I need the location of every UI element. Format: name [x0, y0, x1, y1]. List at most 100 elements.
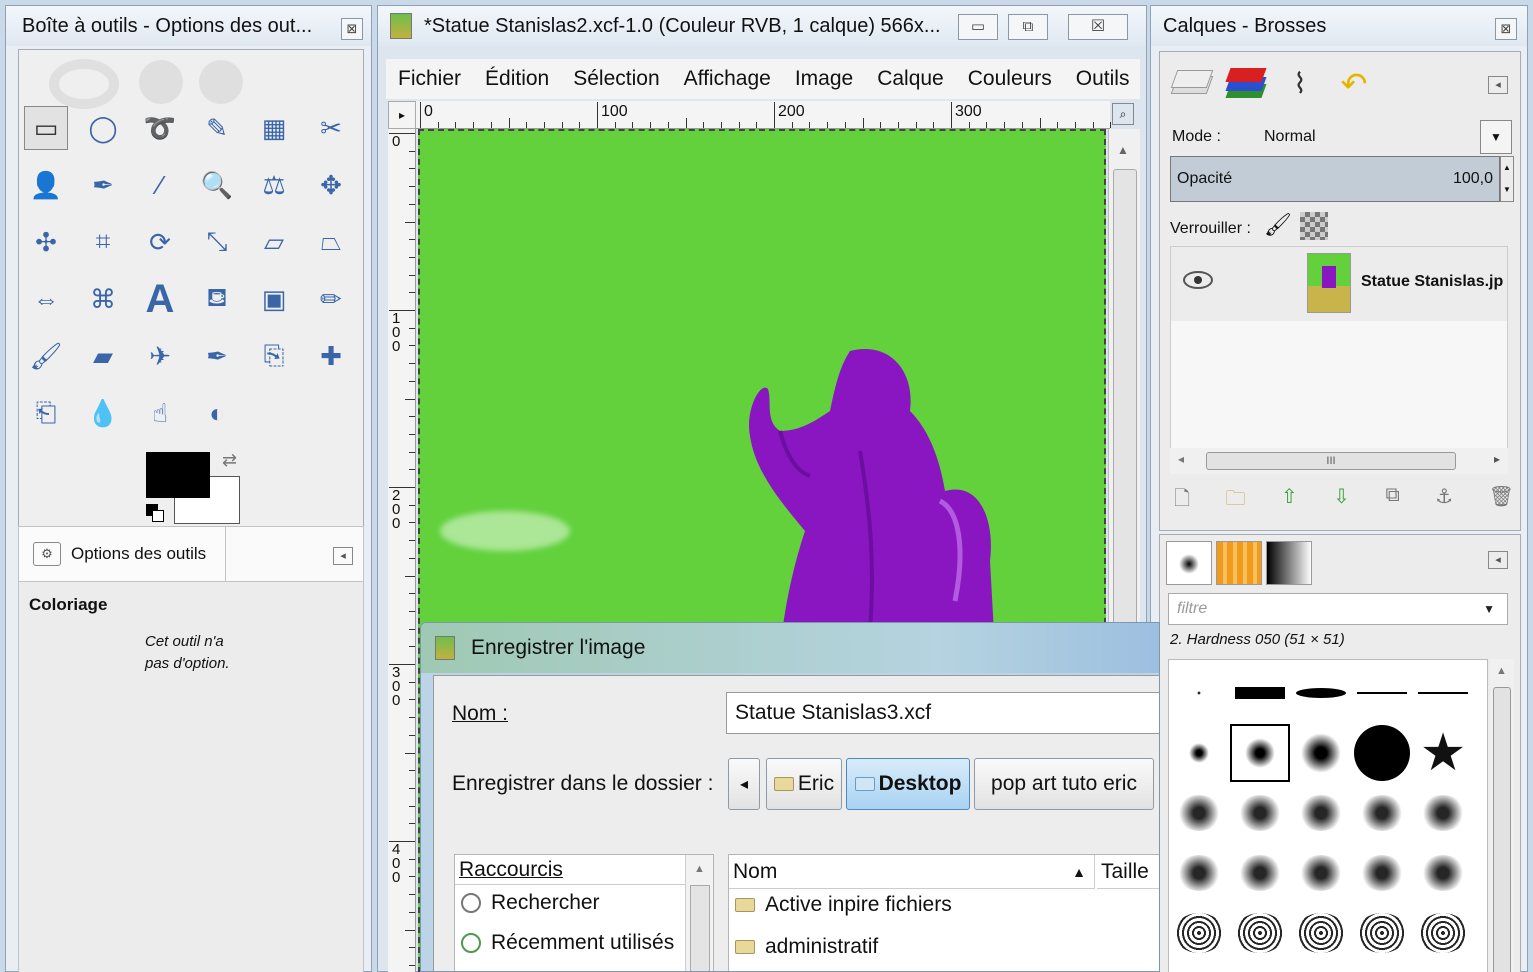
- heal-icon[interactable]: ✚: [309, 334, 353, 378]
- filter-input[interactable]: filtre ▼: [1168, 593, 1508, 625]
- shortcuts-header[interactable]: Raccourcis: [455, 855, 685, 885]
- eraser-icon[interactable]: ▰: [81, 334, 125, 378]
- new-layer-group-icon[interactable]: 🗀: [1226, 484, 1246, 518]
- menu-item-3[interactable]: Affichage: [672, 67, 783, 91]
- lower-layer-icon[interactable]: ⇩: [1333, 484, 1350, 518]
- files-header-size[interactable]: Taille: [1097, 855, 1159, 889]
- paths-icon[interactable]: ✒: [81, 163, 125, 207]
- cage-icon[interactable]: ⌘: [81, 277, 125, 321]
- dodge-burn-icon[interactable]: ◐: [195, 391, 239, 435]
- swap-colors-icon[interactable]: ⇄: [222, 450, 237, 471]
- blend-icon[interactable]: ▣: [252, 277, 296, 321]
- lock-alpha-icon[interactable]: [1300, 212, 1328, 240]
- toolbox-close-button[interactable]: ⊠: [341, 18, 363, 40]
- tab-patterns[interactable]: [1216, 541, 1262, 585]
- tab-channels[interactable]: [1220, 60, 1272, 108]
- foreground-select-icon[interactable]: 👤: [24, 163, 68, 207]
- delete-layer-icon[interactable]: 🗑: [1489, 484, 1514, 518]
- brush-item[interactable]: [1291, 784, 1351, 842]
- zoom-fit-icon[interactable]: ⌕: [1112, 103, 1134, 125]
- blur-icon[interactable]: 💧: [81, 391, 125, 435]
- toolbox-titlebar[interactable]: Boîte à outils - Options des out...: [6, 6, 371, 46]
- default-colors-icon[interactable]: [146, 504, 166, 524]
- lasso-icon[interactable]: ➰: [138, 106, 182, 150]
- paintbrush-icon[interactable]: 🖌: [24, 334, 68, 378]
- opacity-spin-buttons[interactable]: ▲ ▼: [1500, 156, 1514, 202]
- tab-undo[interactable]: ↶: [1328, 60, 1380, 108]
- new-layer-icon[interactable]: 🗋: [1174, 484, 1190, 518]
- menu-item-2[interactable]: Sélection: [561, 67, 671, 91]
- brush-item[interactable]: [1413, 844, 1473, 902]
- path-button-eric[interactable]: Eric: [766, 758, 842, 810]
- brush-item[interactable]: ★: [1413, 724, 1473, 782]
- flip-icon[interactable]: ⇔: [24, 277, 68, 321]
- file-row[interactable]: Active inpire fichiers: [735, 893, 952, 917]
- panel-menu-icon[interactable]: ◂: [1488, 551, 1508, 569]
- brush-item[interactable]: [1291, 664, 1351, 722]
- raise-layer-icon[interactable]: ⇧: [1281, 484, 1298, 518]
- path-button-pop-art[interactable]: pop art tuto eric: [974, 758, 1154, 810]
- brush-item[interactable]: [1291, 904, 1351, 962]
- horizontal-scrollbar[interactable]: ◂ III ▸: [1170, 448, 1508, 474]
- ellipse-select-icon[interactable]: ◯: [81, 106, 125, 150]
- move-icon[interactable]: ✥: [309, 163, 353, 207]
- shear-icon[interactable]: ▱: [252, 220, 296, 264]
- brush-item[interactable]: [1169, 784, 1229, 842]
- save-dialog-titlebar[interactable]: Enregistrer l'image: [421, 623, 1159, 673]
- brush-item[interactable]: [1413, 664, 1473, 722]
- measure-icon[interactable]: ⚖: [252, 163, 296, 207]
- panel-menu-icon[interactable]: ◂: [333, 547, 353, 565]
- layers-close-button[interactable]: ⊠: [1495, 18, 1517, 40]
- airbrush-icon[interactable]: ✈: [138, 334, 182, 378]
- perspective-icon[interactable]: ⏢: [309, 220, 353, 264]
- menu-item-5[interactable]: Calque: [865, 67, 956, 91]
- eye-icon[interactable]: [1183, 271, 1213, 289]
- layer-row[interactable]: Statue Stanislas.jp: [1171, 247, 1507, 321]
- brush-item[interactable]: [1169, 724, 1229, 782]
- brush-item[interactable]: [1352, 904, 1412, 962]
- brush-item[interactable]: [1352, 844, 1412, 902]
- perspective-clone-icon[interactable]: ⎗: [24, 391, 68, 435]
- tab-tool-options[interactable]: ⚙ Options des outils: [19, 527, 226, 581]
- lock-pixels-icon[interactable]: 🖌: [1264, 212, 1292, 238]
- layers-titlebar[interactable]: Calques - Brosses: [1151, 6, 1527, 46]
- text-icon[interactable]: A: [138, 277, 182, 321]
- clone-icon[interactable]: ⎘: [252, 334, 296, 378]
- brush-item[interactable]: [1169, 844, 1229, 902]
- brush-item[interactable]: [1291, 724, 1351, 782]
- menu-item-6[interactable]: Couleurs: [956, 67, 1064, 91]
- crop-icon[interactable]: ⌗: [81, 220, 125, 264]
- menu-item-7[interactable]: Outils: [1064, 67, 1140, 91]
- zoom-icon[interactable]: 🔍: [195, 163, 239, 207]
- minimize-button[interactable]: ▭: [958, 14, 998, 40]
- menu-item-4[interactable]: Image: [783, 67, 865, 91]
- brush-item[interactable]: [1352, 664, 1412, 722]
- tab-brushes[interactable]: [1166, 541, 1212, 585]
- color-select-icon[interactable]: ▦: [252, 106, 296, 150]
- smudge-icon[interactable]: ☝: [138, 391, 182, 435]
- tab-gradients[interactable]: [1266, 541, 1312, 585]
- anchor-layer-icon[interactable]: ⚓: [1435, 484, 1453, 518]
- brush-scrollbar[interactable]: ▲: [1490, 659, 1514, 972]
- brush-item[interactable]: [1169, 904, 1229, 962]
- rect-select-icon[interactable]: ▭: [24, 106, 68, 150]
- chevron-down-icon[interactable]: ▼: [1480, 120, 1512, 154]
- fg-color-swatch-front[interactable]: [146, 452, 210, 498]
- panel-menu-icon[interactable]: ◂: [1488, 76, 1508, 94]
- brush-item[interactable]: [1230, 904, 1290, 962]
- ink-icon[interactable]: ✒: [195, 334, 239, 378]
- ruler-corner[interactable]: ▸: [388, 101, 416, 129]
- color-picker-icon[interactable]: ⁄: [138, 163, 182, 207]
- brush-item[interactable]: [1230, 664, 1290, 722]
- brush-item[interactable]: [1413, 784, 1473, 842]
- chevron-down-icon[interactable]: ▼: [1483, 602, 1495, 616]
- scissors-icon[interactable]: ✂: [309, 106, 353, 150]
- brush-item[interactable]: [1413, 904, 1473, 962]
- brush-item[interactable]: [1230, 724, 1290, 782]
- scroll-thumb[interactable]: [1493, 687, 1511, 972]
- layer-name[interactable]: Statue Stanislas.jp: [1361, 273, 1503, 291]
- path-button-desktop[interactable]: Desktop: [846, 758, 970, 810]
- shortcuts-scrollbar[interactable]: ▲: [685, 855, 713, 971]
- mode-select[interactable]: Normal ▼: [1256, 120, 1512, 154]
- path-back-button[interactable]: ◂: [728, 758, 760, 810]
